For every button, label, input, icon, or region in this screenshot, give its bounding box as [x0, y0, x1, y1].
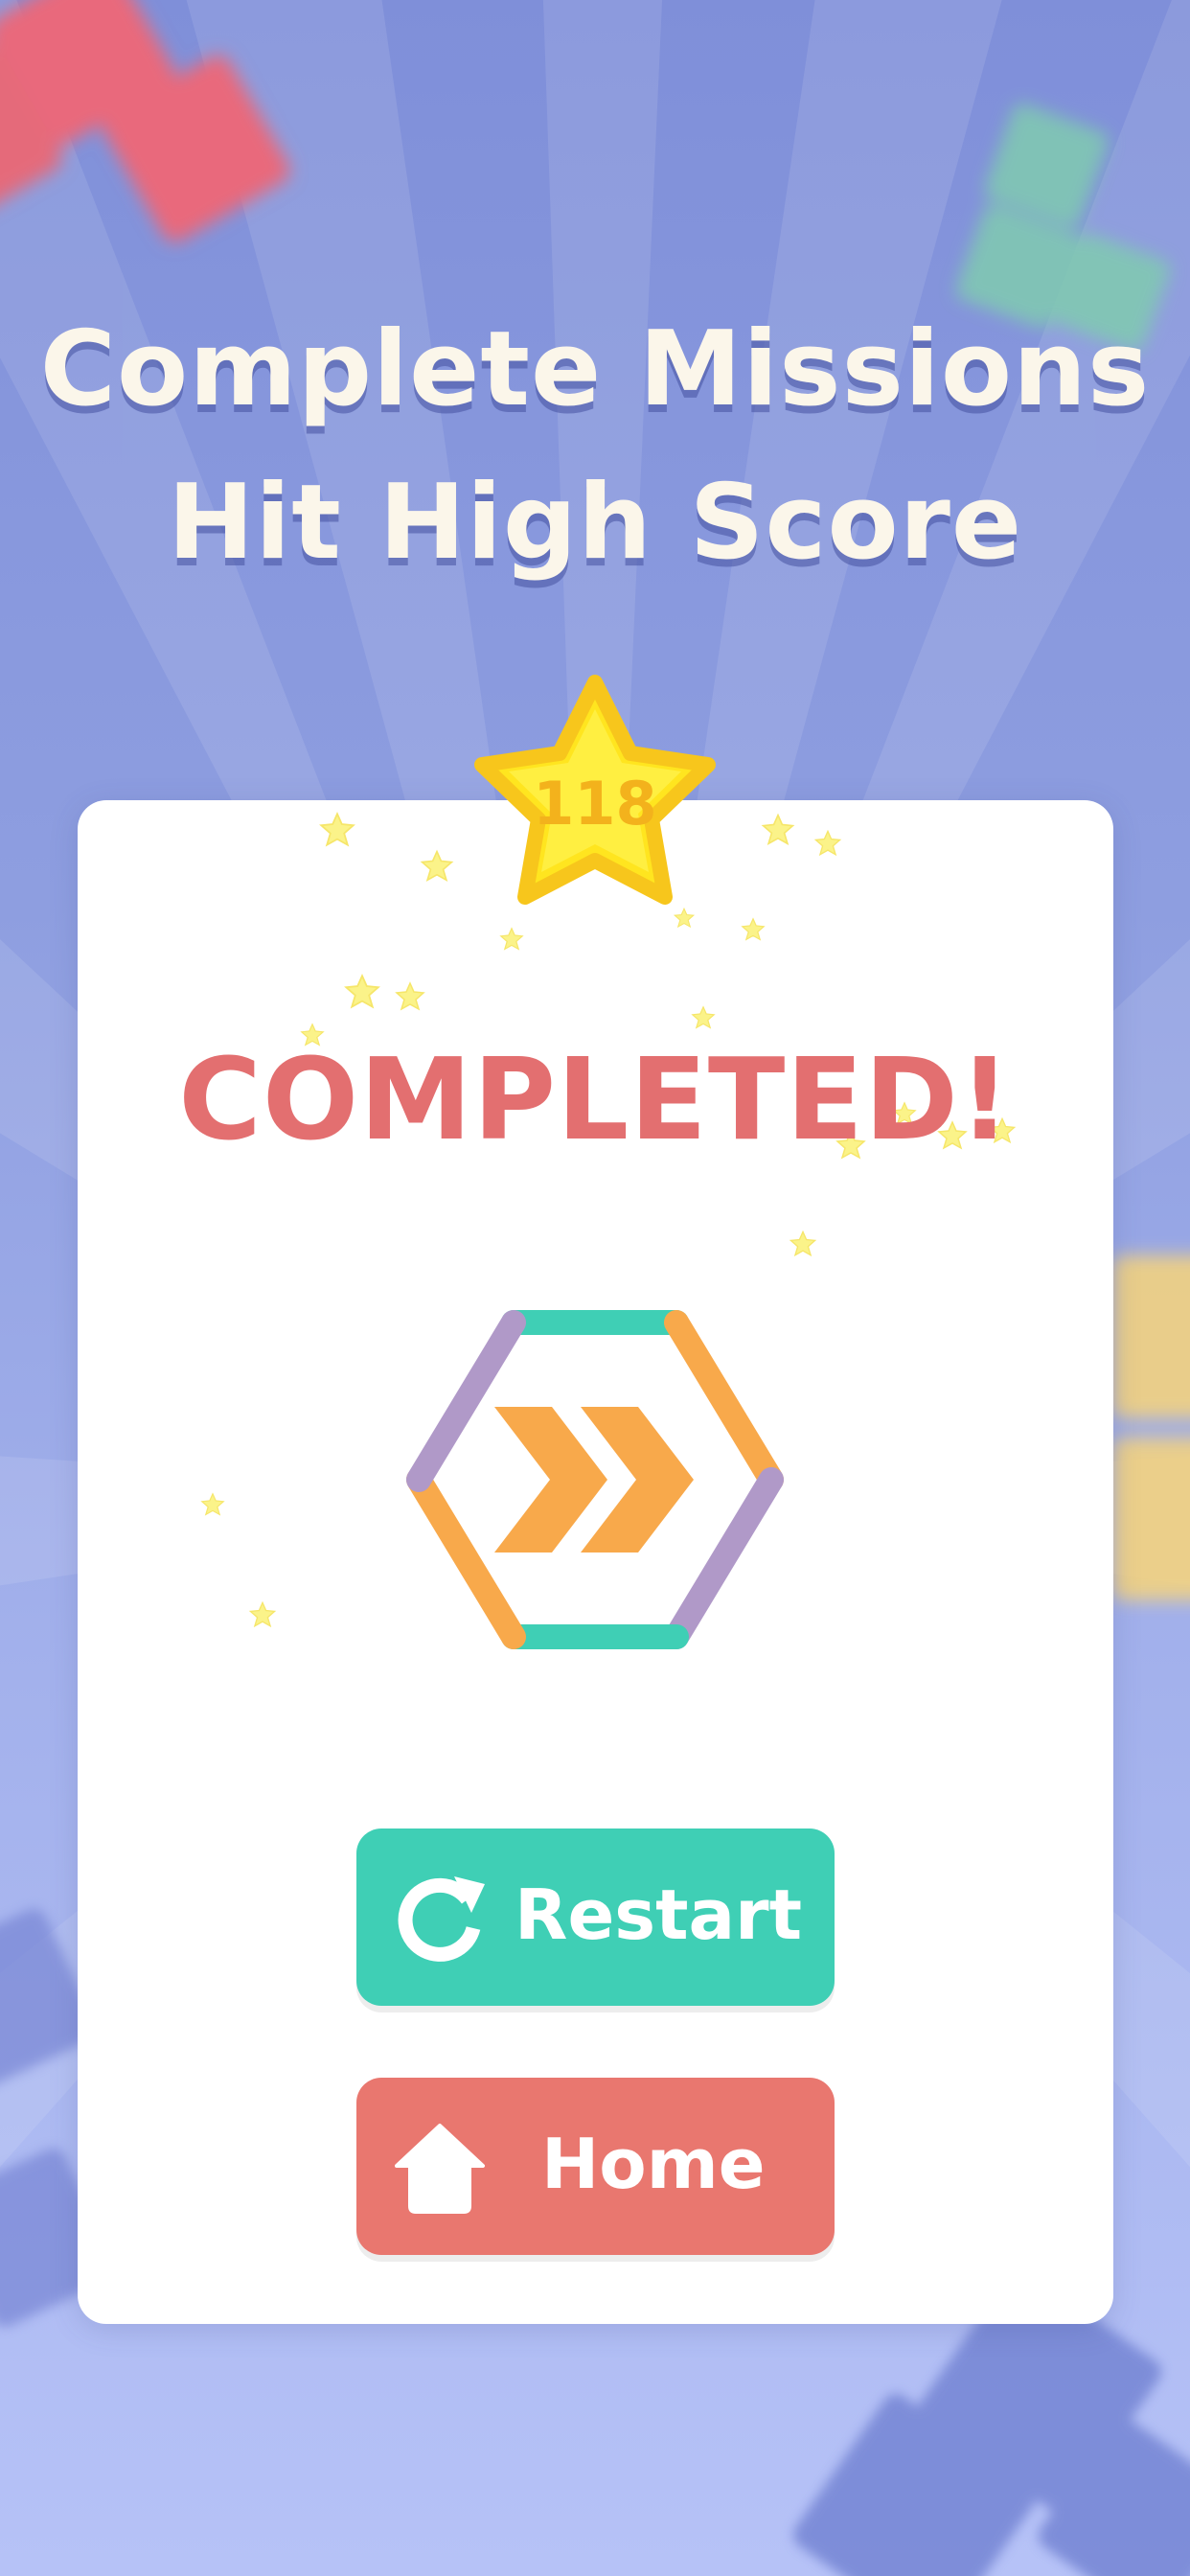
restart-label: Restart	[515, 1874, 803, 1955]
score-value: 118	[533, 769, 657, 839]
headline-line-2: Hit High Score	[167, 463, 1023, 583]
score-star-badge: 118	[466, 671, 724, 922]
restart-button[interactable]: Restart	[356, 1828, 835, 2006]
home-label: Home	[541, 2124, 766, 2204]
double-chevron-forward-hexagon-icon	[406, 1310, 784, 1649]
yellow-block-cluster	[1111, 1255, 1190, 1600]
mission-badge	[402, 1305, 788, 1658]
headline-line-1: Complete Missions	[39, 310, 1151, 429]
red-block-cluster	[0, 0, 290, 242]
completed-title: COMPLETED!	[178, 1033, 1012, 1165]
restart-icon	[398, 1876, 485, 1962]
home-button[interactable]: Home	[356, 2078, 835, 2255]
home-icon	[395, 2124, 485, 2214]
